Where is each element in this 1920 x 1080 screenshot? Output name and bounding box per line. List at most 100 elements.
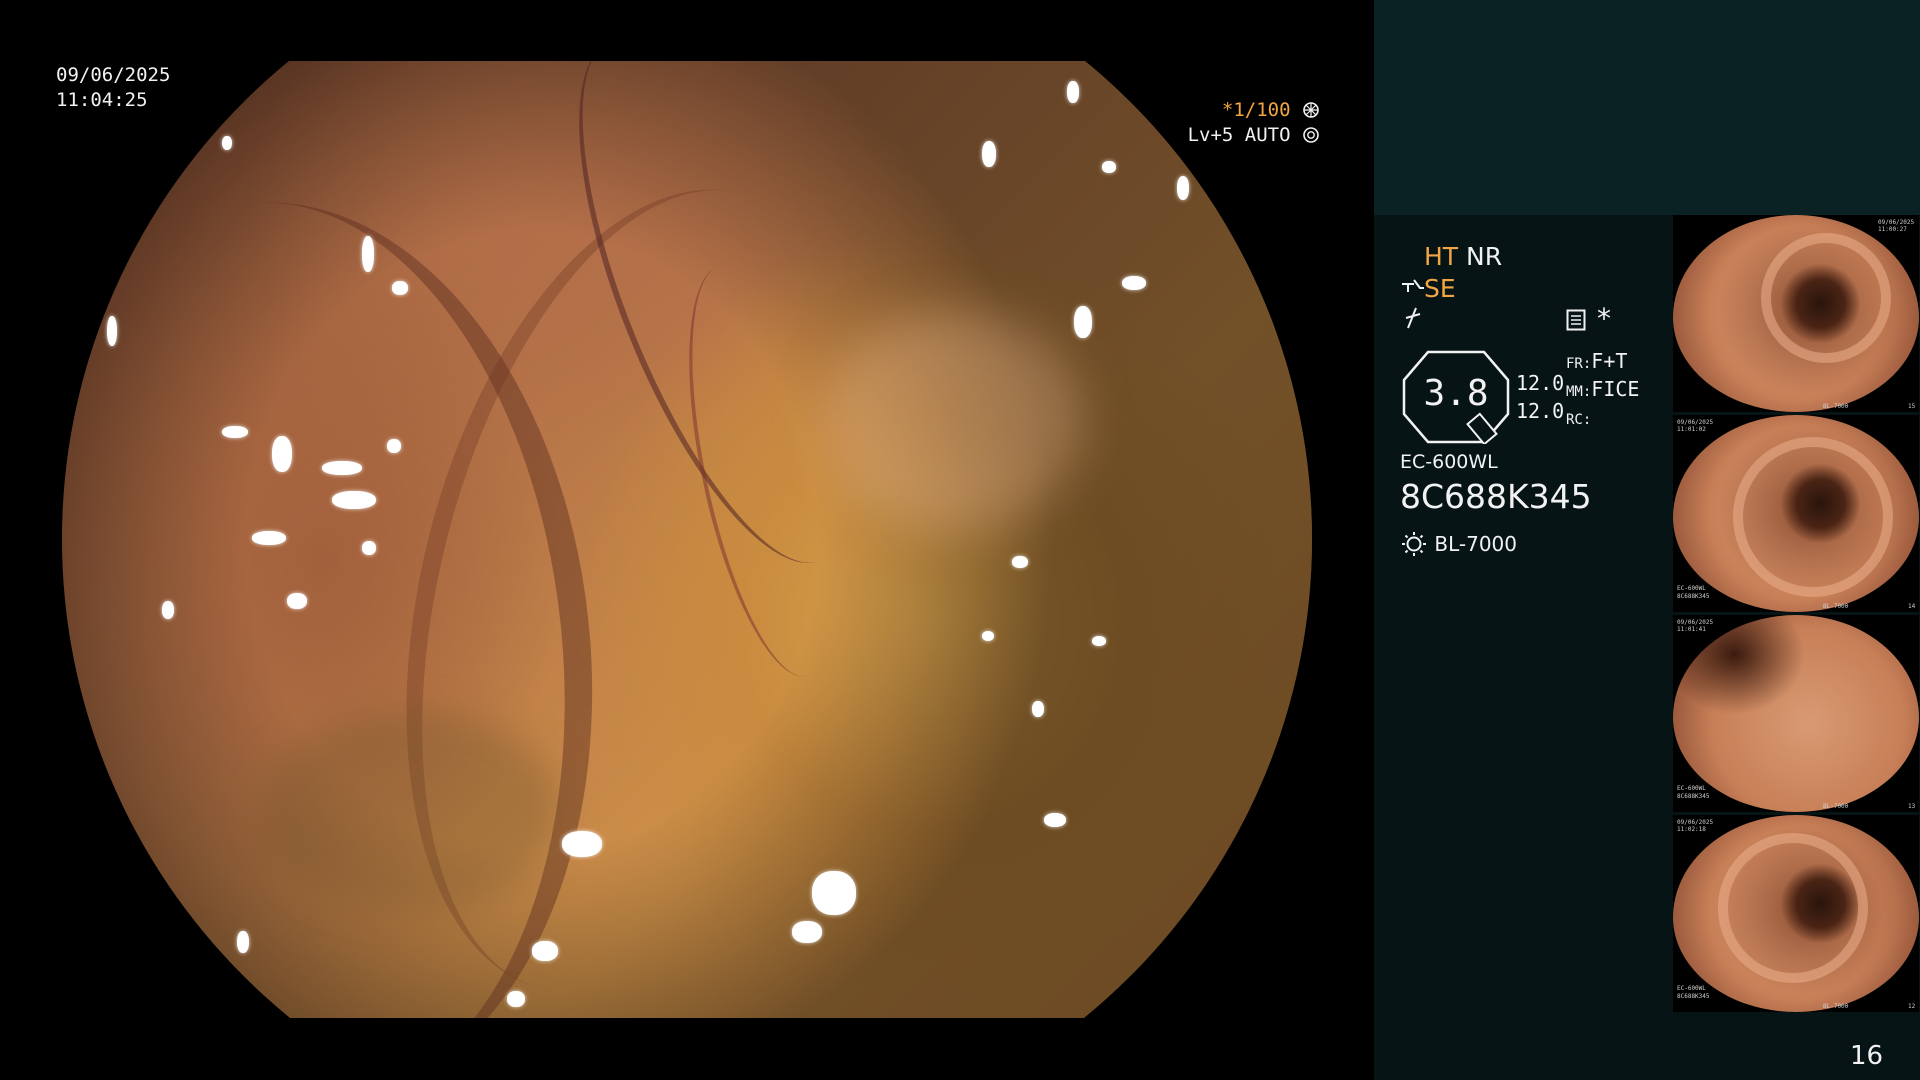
specular-glare [562,831,602,857]
rc-row: RC: [1566,405,1639,433]
mm-value: FICE [1591,377,1640,401]
thumb-light: BL-7000 [1823,603,1849,610]
specular-glare [322,461,362,475]
specular-glare [1102,161,1116,173]
light-source-text: BL-7000 [1434,532,1517,556]
specular-glare [222,426,248,438]
specular-glare [252,531,286,545]
thumb-serial: 8C688K345 [1677,993,1710,1000]
lumen-ring [1733,437,1893,597]
exposure-status: *1/100 Lv+5 AUTO [1185,98,1320,148]
scope-tip-icon [1402,279,1424,292]
datetime-display: 09/06/2025 11:04:25 [56,63,170,113]
level-row: Lv+5 AUTO [1185,123,1320,148]
specular-glare [392,281,408,295]
scope-serial: 8C688K345 [1400,477,1592,516]
value-bottom: 12.0 [1516,399,1565,423]
light-source-row: BL-7000 [1400,530,1517,558]
lumen-ring [1718,833,1868,983]
menu-doc-icon [1566,309,1586,331]
specular-glare [1177,176,1189,200]
level-text: Lv+5 AUTO [1187,124,1291,146]
date-text: 09/06/2025 [56,64,171,86]
thumbnail-1[interactable]: 09/06/2025 11:00:27 BL-7000 15 [1673,215,1919,412]
rc-label: RC: [1566,412,1592,428]
highlight-area [822,311,1082,531]
specular-glare [812,871,856,915]
thumb-index: 12 [1908,1003,1916,1010]
thumb-index: 14 [1908,603,1916,610]
thumb-date: 09/06/2025 [1878,219,1915,226]
thumbnail-2[interactable]: 09/06/2025 11:01:02 EC-600WL 8C688K345 B… [1673,415,1919,612]
specular-glare [107,316,117,346]
thumb-date: 09/06/2025 [1677,619,1714,626]
light-bulb-icon [1402,532,1426,556]
frame-counter: 16 [1850,1041,1884,1071]
time-text: 11:04:25 [56,89,148,111]
thumb-model: EC-600WL [1677,785,1706,792]
flash-icon [1405,307,1421,329]
specular-glare [532,941,558,961]
thumb-light: BL-7000 [1823,403,1849,410]
value-top: 12.0 [1516,371,1565,395]
thumb-serial: 8C688K345 [1677,593,1710,600]
specular-glare [362,541,376,555]
thumb-model: EC-600WL [1677,585,1706,592]
thumbnail-4[interactable]: 09/06/2025 11:02:18 EC-600WL 8C688K345 B… [1673,815,1919,1012]
fr-value: F+T [1591,349,1628,373]
settings-labels: FR:F+T MM:FICE RC: [1566,349,1639,433]
thumb-index: 13 [1908,803,1916,810]
specular-glare [222,136,232,150]
specular-glare [387,439,401,453]
lumen-ring [1761,233,1891,363]
mode-row-1: HT NR [1424,241,1502,272]
asterisk-indicator: * [1597,302,1611,335]
value-column: 12.0 12.0 [1516,369,1564,425]
thumb-light: BL-7000 [1823,803,1849,810]
thumbnail-image [1673,615,1919,812]
thumb-time: 11:00:27 [1878,226,1907,233]
specular-glare [1067,81,1079,103]
specular-glare [982,141,996,167]
specular-glare [162,601,174,619]
thumb-serial: 8C688K345 [1677,793,1710,800]
specular-glare [1044,813,1066,827]
specular-glare [332,491,376,509]
mode-indicators: HT NR [1424,241,1502,272]
thumb-date: 09/06/2025 [1677,819,1714,826]
shadow-area [262,711,562,911]
mode-nr: NR [1466,242,1503,271]
fr-label: FR: [1566,356,1592,372]
specular-glare [237,931,249,953]
specular-glare [287,593,307,609]
lens-indicator-icon [1466,412,1498,444]
thumbnail-3[interactable]: 09/06/2025 11:01:41 EC-600WL 8C688K345 B… [1673,615,1919,812]
mm-label: MM: [1566,384,1592,400]
shutter-row: *1/100 [1185,98,1320,123]
specular-glare [1122,276,1146,290]
zoom-value: 3.8 [1423,373,1489,414]
thumb-light: BL-7000 [1823,1003,1849,1010]
thumb-time: 11:01:02 [1677,426,1706,433]
specular-glare [272,436,292,472]
specular-glare [1012,556,1028,568]
scope-model: EC-600WL [1400,451,1498,473]
mm-row: MM:FICE [1566,377,1639,405]
thumb-time: 11:02:18 [1677,826,1706,833]
settings-ring-icon [1303,127,1319,143]
specular-glare [1092,636,1106,646]
shutter-text: *1/100 [1221,99,1291,121]
endoscopy-main-view [62,61,1312,1018]
mode-se: SE [1424,274,1456,303]
specular-glare [1074,306,1092,338]
aperture-icon [1303,102,1319,118]
mode-ht: HT [1424,242,1459,271]
panel-header-band [1374,0,1920,215]
specular-glare [362,236,374,272]
specular-glare [507,991,525,1007]
fr-row: FR:F+T [1566,349,1639,377]
thumb-time: 11:01:41 [1677,626,1706,633]
specular-glare [982,631,994,641]
thumb-model: EC-600WL [1677,985,1706,992]
mode-row-2: SE [1400,273,1456,304]
